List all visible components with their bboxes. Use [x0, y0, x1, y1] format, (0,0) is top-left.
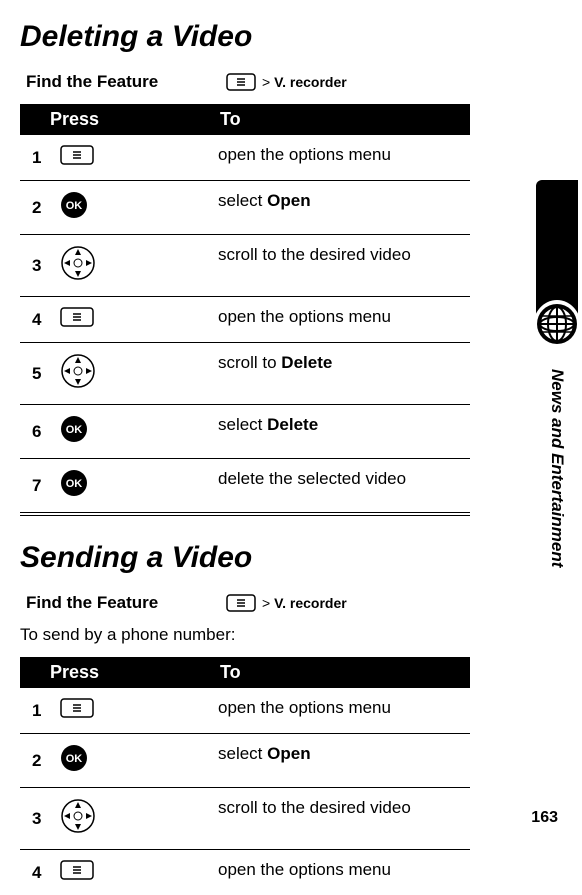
table-row: 5 scroll to Delete — [20, 343, 470, 405]
table-row: 2 OK select Open — [20, 734, 470, 788]
ok-icon: OK — [60, 744, 88, 772]
step-num: 4 — [20, 297, 52, 343]
table-row: 2 OK select Open — [20, 181, 470, 235]
dpad-icon — [60, 353, 96, 389]
menu-path-sep: > — [262, 595, 270, 611]
press-icon-cell — [52, 135, 210, 181]
action-cell: select Open — [210, 734, 470, 788]
action-cell: delete the selected video — [210, 459, 470, 515]
menu-path-sep: > — [262, 74, 270, 90]
table-row: 4 open the options menu — [20, 850, 470, 895]
step-num: 4 — [20, 850, 52, 895]
press-icon-cell: OK — [52, 459, 210, 515]
press-icon-cell — [52, 235, 210, 297]
svg-text:OK: OK — [65, 753, 82, 765]
step-num: 7 — [20, 459, 52, 515]
step-num: 2 — [20, 734, 52, 788]
heading-sending: Sending a Video — [20, 541, 552, 575]
table-row: 4 open the options menu — [20, 297, 470, 343]
table-row: 1 open the options menu — [20, 688, 470, 734]
action-prefix: select — [218, 191, 267, 210]
menu-icon — [60, 145, 94, 165]
menu-path-text-2: > V. recorder — [262, 595, 347, 611]
action-cell: scroll to the desired video — [210, 788, 470, 850]
action-bold: Open — [267, 191, 310, 210]
action-prefix: select — [218, 744, 267, 763]
action-cell: open the options menu — [210, 297, 470, 343]
step-num: 6 — [20, 405, 52, 459]
step-num: 1 — [20, 688, 52, 734]
col-to: To — [210, 657, 470, 688]
menu-path-item: V. recorder — [274, 74, 347, 90]
action-cell: scroll to the desired video — [210, 235, 470, 297]
dpad-icon — [60, 798, 96, 834]
col-press: Press — [20, 104, 210, 135]
table-row: 7 OK delete the selected video — [20, 459, 470, 515]
action-cell: select Open — [210, 181, 470, 235]
page-number: 163 — [531, 809, 558, 827]
ok-icon: OK — [60, 469, 88, 497]
menu-icon — [60, 698, 94, 718]
action-cell: select Delete — [210, 405, 470, 459]
press-icon-cell — [52, 297, 210, 343]
find-feature-label-1: Find the Feature — [26, 72, 226, 92]
action-cell: scroll to Delete — [210, 343, 470, 405]
press-icon-cell — [52, 788, 210, 850]
globe-icon — [533, 300, 581, 353]
svg-text:OK: OK — [65, 424, 82, 436]
menu-path-1: > V. recorder — [226, 73, 347, 91]
menu-path-item: V. recorder — [274, 595, 347, 611]
col-to: To — [210, 104, 470, 135]
deleting-table: Press To 1 open the options menu 2 OK se… — [20, 104, 470, 516]
action-cell: open the options menu — [210, 850, 470, 895]
find-feature-row-1: Find the Feature > V. recorder — [20, 72, 552, 92]
step-num: 3 — [20, 788, 52, 850]
press-icon-cell: OK — [52, 405, 210, 459]
table-row: 1 open the options menu — [20, 135, 470, 181]
action-cell: open the options menu — [210, 688, 470, 734]
table-row: 3 scroll to the desired video — [20, 788, 470, 850]
menu-icon — [226, 73, 256, 91]
step-num: 1 — [20, 135, 52, 181]
menu-path-text-1: > V. recorder — [262, 74, 347, 90]
svg-text:OK: OK — [65, 478, 82, 490]
heading-deleting: Deleting a Video — [20, 20, 552, 54]
ok-icon: OK — [60, 191, 88, 219]
find-feature-label-2: Find the Feature — [26, 593, 226, 613]
col-press: Press — [20, 657, 210, 688]
menu-icon — [60, 860, 94, 880]
press-icon-cell — [52, 850, 210, 895]
dpad-icon — [60, 245, 96, 281]
side-tab-background — [536, 180, 578, 320]
action-bold: Delete — [267, 415, 318, 434]
press-icon-cell: OK — [52, 181, 210, 235]
ok-icon: OK — [60, 415, 88, 443]
table-row: 6 OK select Delete — [20, 405, 470, 459]
find-feature-row-2: Find the Feature > V. recorder — [20, 593, 552, 613]
menu-icon — [60, 307, 94, 327]
press-icon-cell — [52, 343, 210, 405]
menu-icon — [226, 594, 256, 612]
action-bold: Open — [267, 744, 310, 763]
step-num: 5 — [20, 343, 52, 405]
action-cell: open the options menu — [210, 135, 470, 181]
menu-path-2: > V. recorder — [226, 594, 347, 612]
step-num: 3 — [20, 235, 52, 297]
side-tab: News and Entertainment — [532, 180, 582, 567]
action-prefix: select — [218, 415, 267, 434]
action-prefix: scroll to — [218, 353, 281, 372]
table-row: 3 scroll to the desired video — [20, 235, 470, 297]
step-num: 2 — [20, 181, 52, 235]
press-icon-cell: OK — [52, 734, 210, 788]
action-bold: Delete — [281, 353, 332, 372]
section-tab-label: News and Entertainment — [547, 369, 567, 567]
sending-body-text: To send by a phone number: — [20, 625, 552, 645]
press-icon-cell — [52, 688, 210, 734]
svg-text:OK: OK — [65, 200, 82, 212]
sending-table: Press To 1 open the options menu 2 OK se… — [20, 657, 470, 895]
